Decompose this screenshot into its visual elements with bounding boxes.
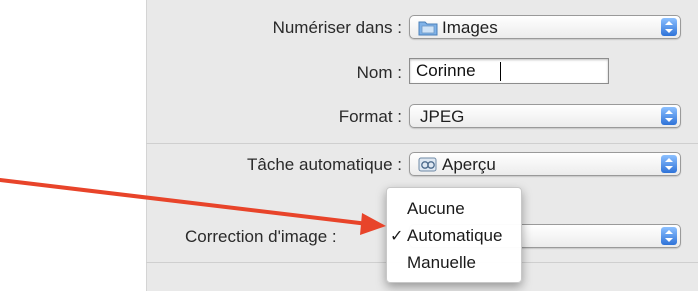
red-arrow-annotation (0, 178, 386, 235)
